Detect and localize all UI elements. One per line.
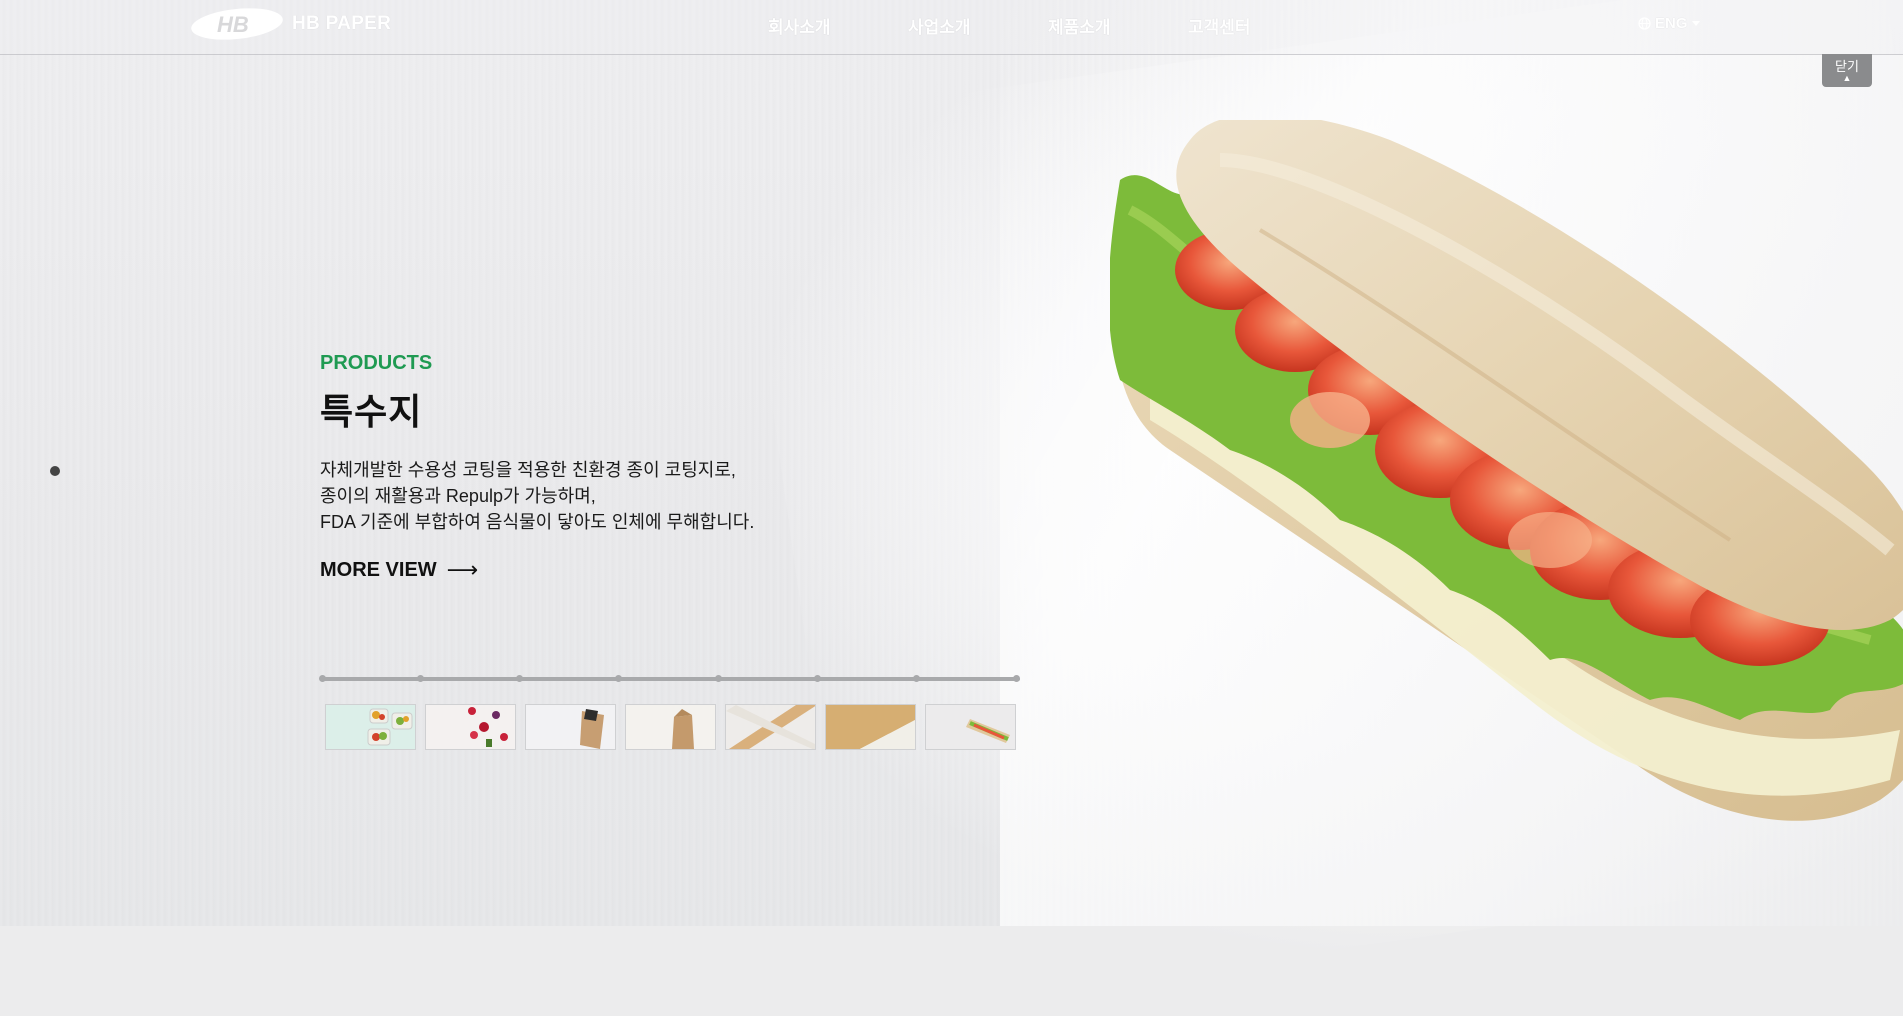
thumbnail-food-containers[interactable]: [325, 704, 416, 750]
description-line: 종이의 재활용과 Repulp가 가능하며,: [320, 486, 596, 506]
side-indicator-dot[interactable]: [50, 466, 60, 476]
kraft-sheet-image: [826, 705, 915, 749]
brand-name: HB PAPER: [292, 13, 392, 34]
page-title: 특수지: [320, 391, 423, 432]
thumbnail-sandwich[interactable]: [925, 704, 1016, 750]
kraft-bag-image: [672, 709, 694, 749]
description-line: FDA 기준에 부합하여 음식물이 닿아도 인체에 무해합니다.: [320, 512, 755, 532]
logo-mark-text: HB: [217, 12, 249, 37]
slider-tick[interactable]: [814, 675, 821, 682]
language-selector[interactable]: ENG: [1638, 15, 1700, 32]
nav-item-company[interactable]: 회사소개: [768, 13, 908, 38]
slider-tick[interactable]: [319, 675, 326, 682]
brand-logo[interactable]: HB HB PAPER: [190, 7, 391, 41]
berries-image: [468, 707, 508, 747]
paper-bag-image: [580, 709, 604, 749]
slider-tick[interactable]: [913, 675, 920, 682]
thumbnail-kraft-sheet[interactable]: [825, 704, 916, 750]
slider-tick[interactable]: [1013, 675, 1020, 682]
globe-icon: [1638, 17, 1651, 30]
hb-logo-icon: HB: [191, 8, 283, 40]
hero-description: 자체개발한 수용성 코팅을 적용한 친환경 종이 코팅지로, 종이의 재활용과 …: [320, 457, 920, 535]
more-view-label: MORE VIEW: [320, 558, 437, 581]
thumbnail-berries[interactable]: [425, 704, 516, 750]
caret-up-icon: ▲: [1842, 73, 1852, 83]
arrow-right-icon: ⟶: [446, 557, 479, 582]
slider-tick[interactable]: [715, 675, 722, 682]
close-label: 닫기: [1835, 59, 1859, 74]
nav-item-support[interactable]: 고객센터: [1188, 13, 1328, 38]
slider-tick[interactable]: [615, 675, 622, 682]
site-header: HB HB PAPER 회사소개 사업소개 제품소개 고객센터 ENG: [0, 0, 1903, 55]
food-containers-image: [367, 708, 413, 746]
sandwich-thumb-image: [966, 719, 1010, 743]
kraft-tape-image: [726, 705, 815, 749]
nav-item-products[interactable]: 제품소개: [1048, 13, 1188, 38]
language-label: ENG: [1655, 15, 1688, 32]
slider-progress-track[interactable]: [319, 675, 1020, 682]
sandwich-image: [1110, 120, 1903, 821]
thumbnail-kraft-tape[interactable]: [725, 704, 816, 750]
nav-item-business[interactable]: 사업소개: [908, 13, 1048, 38]
hero-content: PRODUCTS 특수지 자체개발한 수용성 코팅을 적용한 친환경 종이 코팅…: [320, 352, 920, 583]
slider-tick[interactable]: [417, 675, 424, 682]
product-thumbnails: [325, 704, 1016, 750]
thumbnail-kraft-bag[interactable]: [625, 704, 716, 750]
more-view-link[interactable]: MORE VIEW ⟶: [320, 557, 478, 583]
description-line: 자체개발한 수용성 코팅을 적용한 친환경 종이 코팅지로,: [320, 460, 736, 480]
slider-tick[interactable]: [516, 675, 523, 682]
thumbnail-paper-bag-dark[interactable]: [525, 704, 616, 750]
section-kicker: PRODUCTS: [320, 352, 433, 374]
caret-down-icon: [1691, 20, 1700, 26]
close-button[interactable]: 닫기 ▲: [1822, 54, 1872, 87]
main-nav: 회사소개 사업소개 제품소개 고객센터: [768, 13, 1328, 38]
